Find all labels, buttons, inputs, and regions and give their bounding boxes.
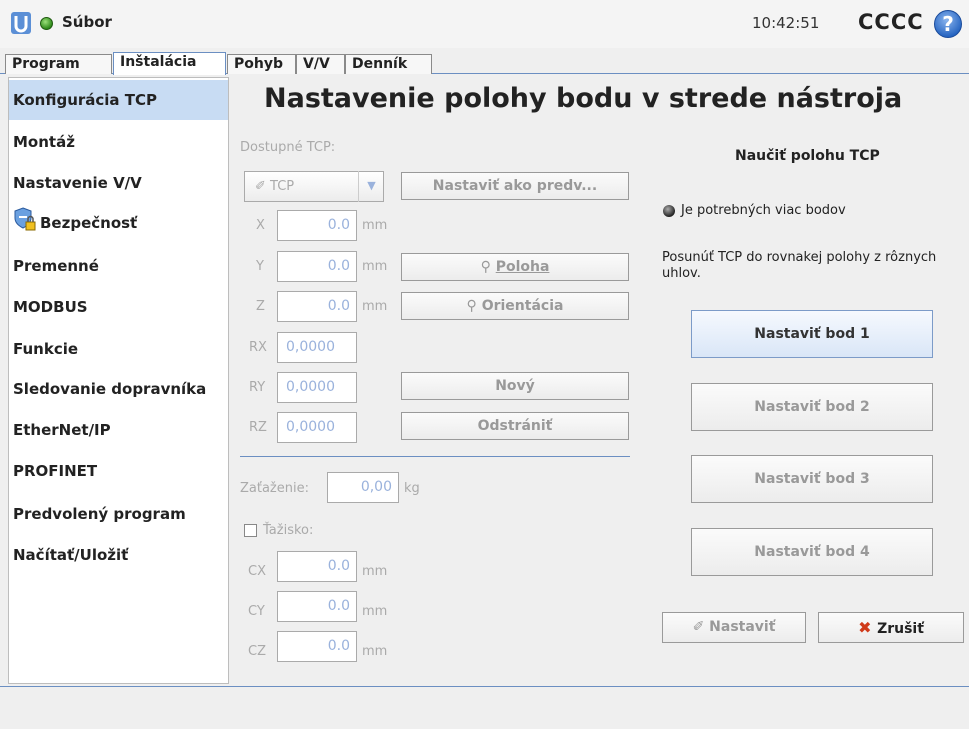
cx-label: CX: [248, 564, 266, 579]
tcp-select-value: TCP: [270, 179, 295, 194]
teach-warning: Je potrebných viac bodov: [681, 203, 846, 218]
divider: [240, 456, 630, 457]
rz-field[interactable]: 0,0000: [277, 412, 357, 443]
sidebar-item-load-save[interactable]: Načítať/Uložiť: [13, 546, 128, 564]
tab-installation[interactable]: Inštalácia: [113, 52, 226, 75]
cz-field[interactable]: 0.0: [277, 631, 357, 662]
y-unit: mm: [362, 259, 388, 274]
ry-field[interactable]: 0,0000: [277, 372, 357, 403]
clock: 10:42:51: [752, 14, 820, 32]
sidebar-item-modbus[interactable]: MODBUS: [13, 298, 88, 316]
cog-label: Ťažisko:: [263, 523, 314, 538]
tab-log[interactable]: Denník: [345, 54, 432, 74]
sidebar-item-tcp[interactable]: Konfigurácia TCP: [13, 91, 157, 109]
shield-lock-icon: [14, 207, 36, 231]
sidebar-item-variables[interactable]: Premenné: [13, 257, 99, 275]
top-bar: [0, 0, 969, 48]
robot-status-icon: [40, 17, 53, 30]
sidebar-item-mounting[interactable]: Montáž: [13, 133, 75, 151]
sidebar-item-ethernetip[interactable]: EtherNet/IP: [13, 421, 111, 439]
file-menu[interactable]: Súbor: [62, 13, 112, 31]
available-tcp-label: Dostupné TCP:: [240, 140, 336, 155]
z-label: Z: [256, 299, 265, 314]
chevron-down-icon[interactable]: ▼: [358, 171, 384, 202]
set-point-3-button[interactable]: Nastaviť bod 3: [691, 455, 933, 503]
set-default-button[interactable]: Nastaviť ako predv...: [401, 172, 629, 200]
cancel-button[interactable]: ✖ Zrušiť: [818, 612, 964, 643]
tab-io[interactable]: V/V: [296, 54, 345, 74]
tool-icon: ⚲: [466, 298, 482, 314]
ur-logo-icon: [11, 12, 31, 34]
set-point-1-button[interactable]: Nastaviť bod 1: [691, 310, 933, 358]
teach-instruction: Posunúť TCP do rovnakej polohy z rôznych…: [662, 250, 937, 281]
help-icon[interactable]: ?: [934, 10, 962, 38]
rx-label: RX: [249, 340, 267, 355]
ry-label: RY: [249, 380, 266, 395]
warning-status-icon: [663, 205, 675, 217]
cx-field[interactable]: 0.0: [277, 551, 357, 582]
teach-title: Naučiť polohu TCP: [735, 148, 880, 164]
y-field[interactable]: 0.0: [277, 251, 357, 282]
tab-program[interactable]: Program: [5, 54, 112, 74]
z-field[interactable]: 0.0: [277, 291, 357, 322]
sidebar-item-io-setup[interactable]: Nastavenie V/V: [13, 174, 142, 192]
payload-unit: kg: [404, 481, 420, 496]
page-title: Nastavenie polohy bodu v strede nástroja: [264, 83, 903, 114]
set-point-4-button[interactable]: Nastaviť bod 4: [691, 528, 933, 576]
payload-field[interactable]: 0,00: [327, 472, 399, 503]
orientation-button[interactable]: ⚲ Orientácia: [401, 292, 629, 320]
sidebar-item-conveyor[interactable]: Sledovanie dopravníka: [13, 380, 206, 398]
cx-unit: mm: [362, 564, 388, 579]
rz-label: RZ: [249, 420, 267, 435]
cy-field[interactable]: 0.0: [277, 591, 357, 622]
remove-tcp-button[interactable]: Odstrániť: [401, 412, 629, 440]
sidebar-item-features[interactable]: Funkcie: [13, 340, 78, 358]
sidebar-item-default-program[interactable]: Predvolený program: [13, 505, 186, 523]
x-field[interactable]: 0.0: [277, 210, 357, 241]
sidebar-item-security[interactable]: Bezpečnosť: [40, 214, 137, 232]
x-label: X: [256, 218, 265, 233]
cy-label: CY: [248, 604, 265, 619]
pencil-icon: ✐: [255, 179, 271, 194]
robot-name: CCCC: [858, 10, 924, 34]
z-unit: mm: [362, 299, 388, 314]
new-tcp-button[interactable]: Nový: [401, 372, 629, 400]
cy-unit: mm: [362, 604, 388, 619]
cog-checkbox[interactable]: [244, 524, 257, 537]
position-button[interactable]: ⚲ Poloha: [401, 253, 629, 281]
bottom-bar: [0, 686, 969, 729]
y-label: Y: [256, 259, 264, 274]
cz-unit: mm: [362, 644, 388, 659]
cancel-x-icon: ✖: [858, 618, 878, 637]
tab-move[interactable]: Pohyb: [227, 54, 296, 74]
x-unit: mm: [362, 218, 388, 233]
sidebar-item-profinet[interactable]: PROFINET: [13, 462, 97, 480]
payload-label: Zaťaženie:: [240, 481, 309, 496]
tool-icon: ⚲: [480, 259, 496, 275]
set-button[interactable]: ✐ Nastaviť: [662, 612, 806, 643]
set-point-2-button[interactable]: Nastaviť bod 2: [691, 383, 933, 431]
rx-field[interactable]: 0,0000: [277, 332, 357, 363]
cz-label: CZ: [248, 644, 266, 659]
pencil-icon: ✐: [692, 619, 710, 635]
